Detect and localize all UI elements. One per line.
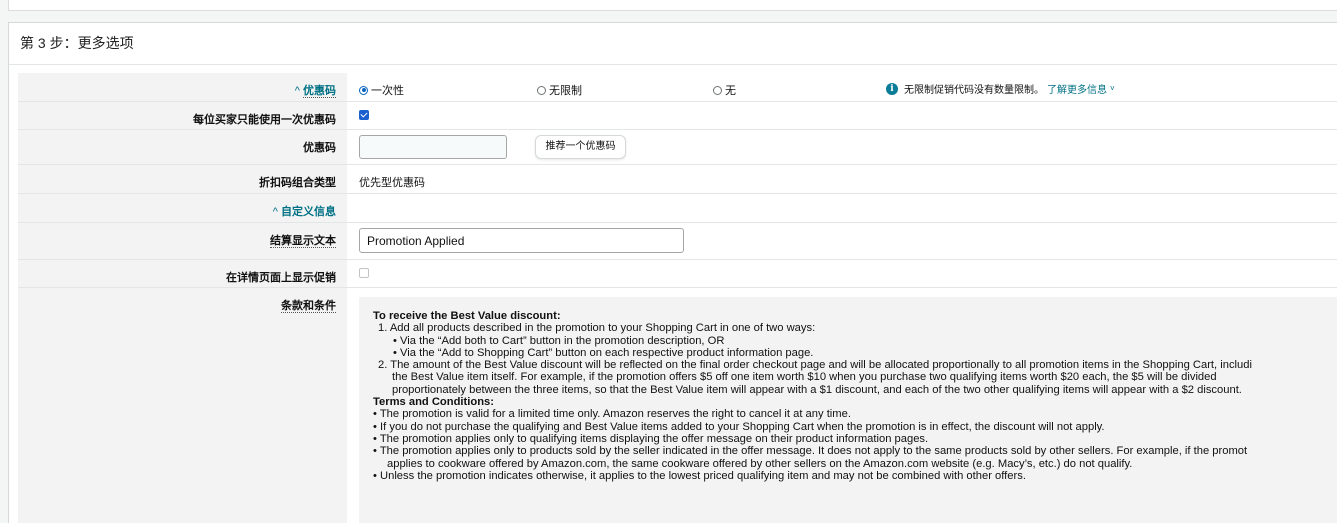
terms-line: • Via the “Add both to Cart” button in t… [393, 334, 725, 347]
terms-heading: Terms and Conditions: [373, 396, 494, 409]
terms-line: • The promotion is valid for a limited t… [373, 408, 851, 421]
checkout-text-label: 结算显示文本 [270, 235, 336, 248]
once-per-buyer-row: 每位买家只能使用一次优惠码 [18, 102, 1337, 130]
chevron-down-icon[interactable]: ˅ [1110, 84, 1115, 93]
terms-line: the Best Value item itself. For example,… [392, 371, 1217, 384]
collapse-caret-icon: ^ [294, 85, 300, 97]
radio-label: 一次性 [371, 85, 404, 97]
more-options-form: ^ 优惠码 一次性 无限制 无 i 无限制促销代码没有数量限制。 了解更多信息 … [18, 73, 1337, 523]
custom-info-label: 自定义信息 [281, 206, 336, 218]
terms-line: • The promotion applies only to products… [373, 445, 1248, 458]
promo-code-input[interactable] [359, 135, 507, 159]
radio-unlimited[interactable]: 无限制 [537, 82, 582, 98]
combination-type-value: 优先型优惠码 [359, 177, 425, 189]
info-text: 无限制促销代码没有数量限制。 [904, 85, 1044, 96]
radio-once[interactable]: 一次性 [359, 82, 404, 98]
radio-label: 无 [725, 85, 736, 97]
terms-heading: To receive the Best Value discount: [373, 310, 561, 322]
promo-code-input-row: 优惠码 推荐一个优惠码 [18, 130, 1337, 165]
terms-row: 条款和条件 To receive the Best Value discount… [18, 288, 1337, 523]
collapse-caret-icon: ^ [272, 206, 278, 218]
radio-none[interactable]: 无 [713, 82, 736, 98]
step-3-panel: 第 3 步：更多选项 ^ 优惠码 一次性 无限制 无 i 无限制促销代码没有数量… [8, 22, 1337, 523]
terms-line: • The promotion applies only to qualifyi… [373, 432, 929, 445]
checkout-text-row: 结算显示文本 [18, 223, 1337, 260]
terms-text-box: To receive the Best Value discount: 1. A… [359, 297, 1337, 523]
radio-button[interactable] [359, 85, 368, 95]
terms-line: 1. Add all products described in the pro… [378, 322, 816, 335]
combination-type-label: 折扣码组合类型 [18, 165, 347, 193]
radio-label: 无限制 [549, 85, 582, 97]
once-per-buyer-label: 每位买家只能使用一次优惠码 [18, 102, 347, 129]
terms-label: 条款和条件 [281, 300, 336, 313]
terms-line: • Via the “Add to Shopping Cart” button … [393, 346, 814, 359]
terms-line: applies to cookware offered by Amazon.co… [387, 457, 1133, 470]
unlimited-info: i 无限制促销代码没有数量限制。 了解更多信息 ˅ [886, 81, 1115, 96]
learn-more-link[interactable]: 了解更多信息 [1047, 81, 1107, 96]
promo-code-field-label: 优惠码 [18, 130, 347, 164]
suggest-code-button[interactable]: 推荐一个优惠码 [535, 135, 626, 159]
radio-button[interactable] [713, 85, 722, 95]
once-per-buyer-checkbox[interactable] [359, 110, 369, 120]
combination-type-row: 折扣码组合类型 优先型优惠码 [18, 165, 1337, 194]
terms-line: proportionately between the three items,… [392, 383, 1242, 396]
promo-code-toggle[interactable]: ^ 优惠码 [18, 73, 347, 101]
promo-code-type-row: ^ 优惠码 一次性 无限制 无 i 无限制促销代码没有数量限制。 了解更多信息 … [18, 73, 1337, 102]
step-title: 第 3 步：更多选项 [9, 23, 1337, 65]
show-on-detail-row: 在详情页面上显示促销 [18, 260, 1337, 288]
radio-button[interactable] [537, 85, 546, 95]
previous-step-panel [8, 0, 1337, 11]
custom-info-row: ^ 自定义信息 [18, 194, 1337, 223]
custom-info-toggle[interactable]: ^ 自定义信息 [18, 194, 347, 222]
terms-line: • If you do not purchase the qualifying … [373, 420, 1105, 433]
info-icon: i [886, 82, 898, 95]
show-on-detail-checkbox[interactable] [359, 268, 369, 278]
promo-code-label: 优惠码 [303, 85, 336, 98]
terms-line: • Unless the promotion indicates otherwi… [373, 469, 1026, 482]
show-on-detail-label: 在详情页面上显示促销 [18, 260, 347, 287]
checkout-text-input[interactable] [359, 228, 684, 253]
terms-line: 2. The amount of the Best Value discount… [378, 359, 1252, 372]
